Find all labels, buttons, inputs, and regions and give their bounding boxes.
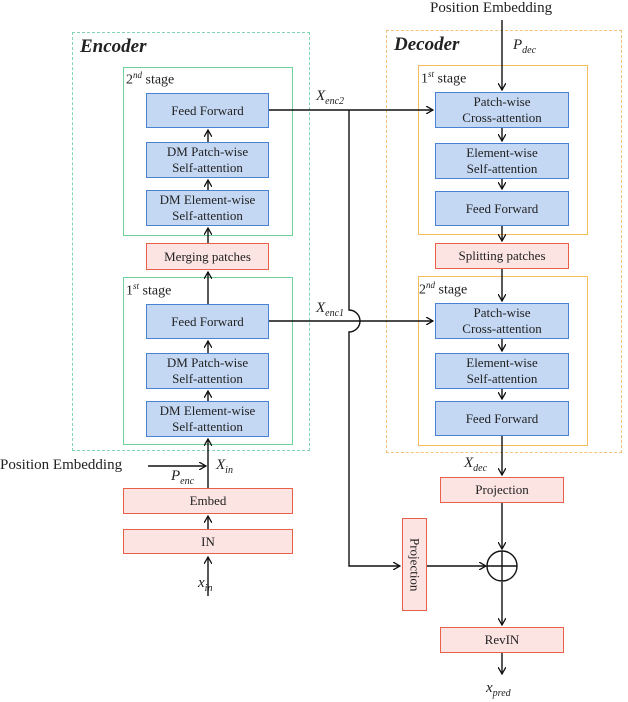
p-dec-label: Pdec — [513, 37, 537, 56]
p-enc-label: Penc — [171, 468, 195, 487]
dec-position-embedding-label: Position Embedding — [430, 0, 553, 16]
x-enc2-label: Xenc2 — [316, 88, 345, 107]
input-label: xin — [198, 575, 213, 594]
x-enc1-label: Xenc1 — [316, 300, 345, 319]
output-label: xpred — [486, 680, 511, 699]
x-dec-label: Xdec — [464, 455, 488, 474]
x-in-label: Xin — [216, 457, 233, 476]
skip-connection — [348, 110, 400, 566]
enc-position-embedding-label: Position Embedding — [0, 457, 123, 473]
connector-lines — [148, 20, 518, 702]
